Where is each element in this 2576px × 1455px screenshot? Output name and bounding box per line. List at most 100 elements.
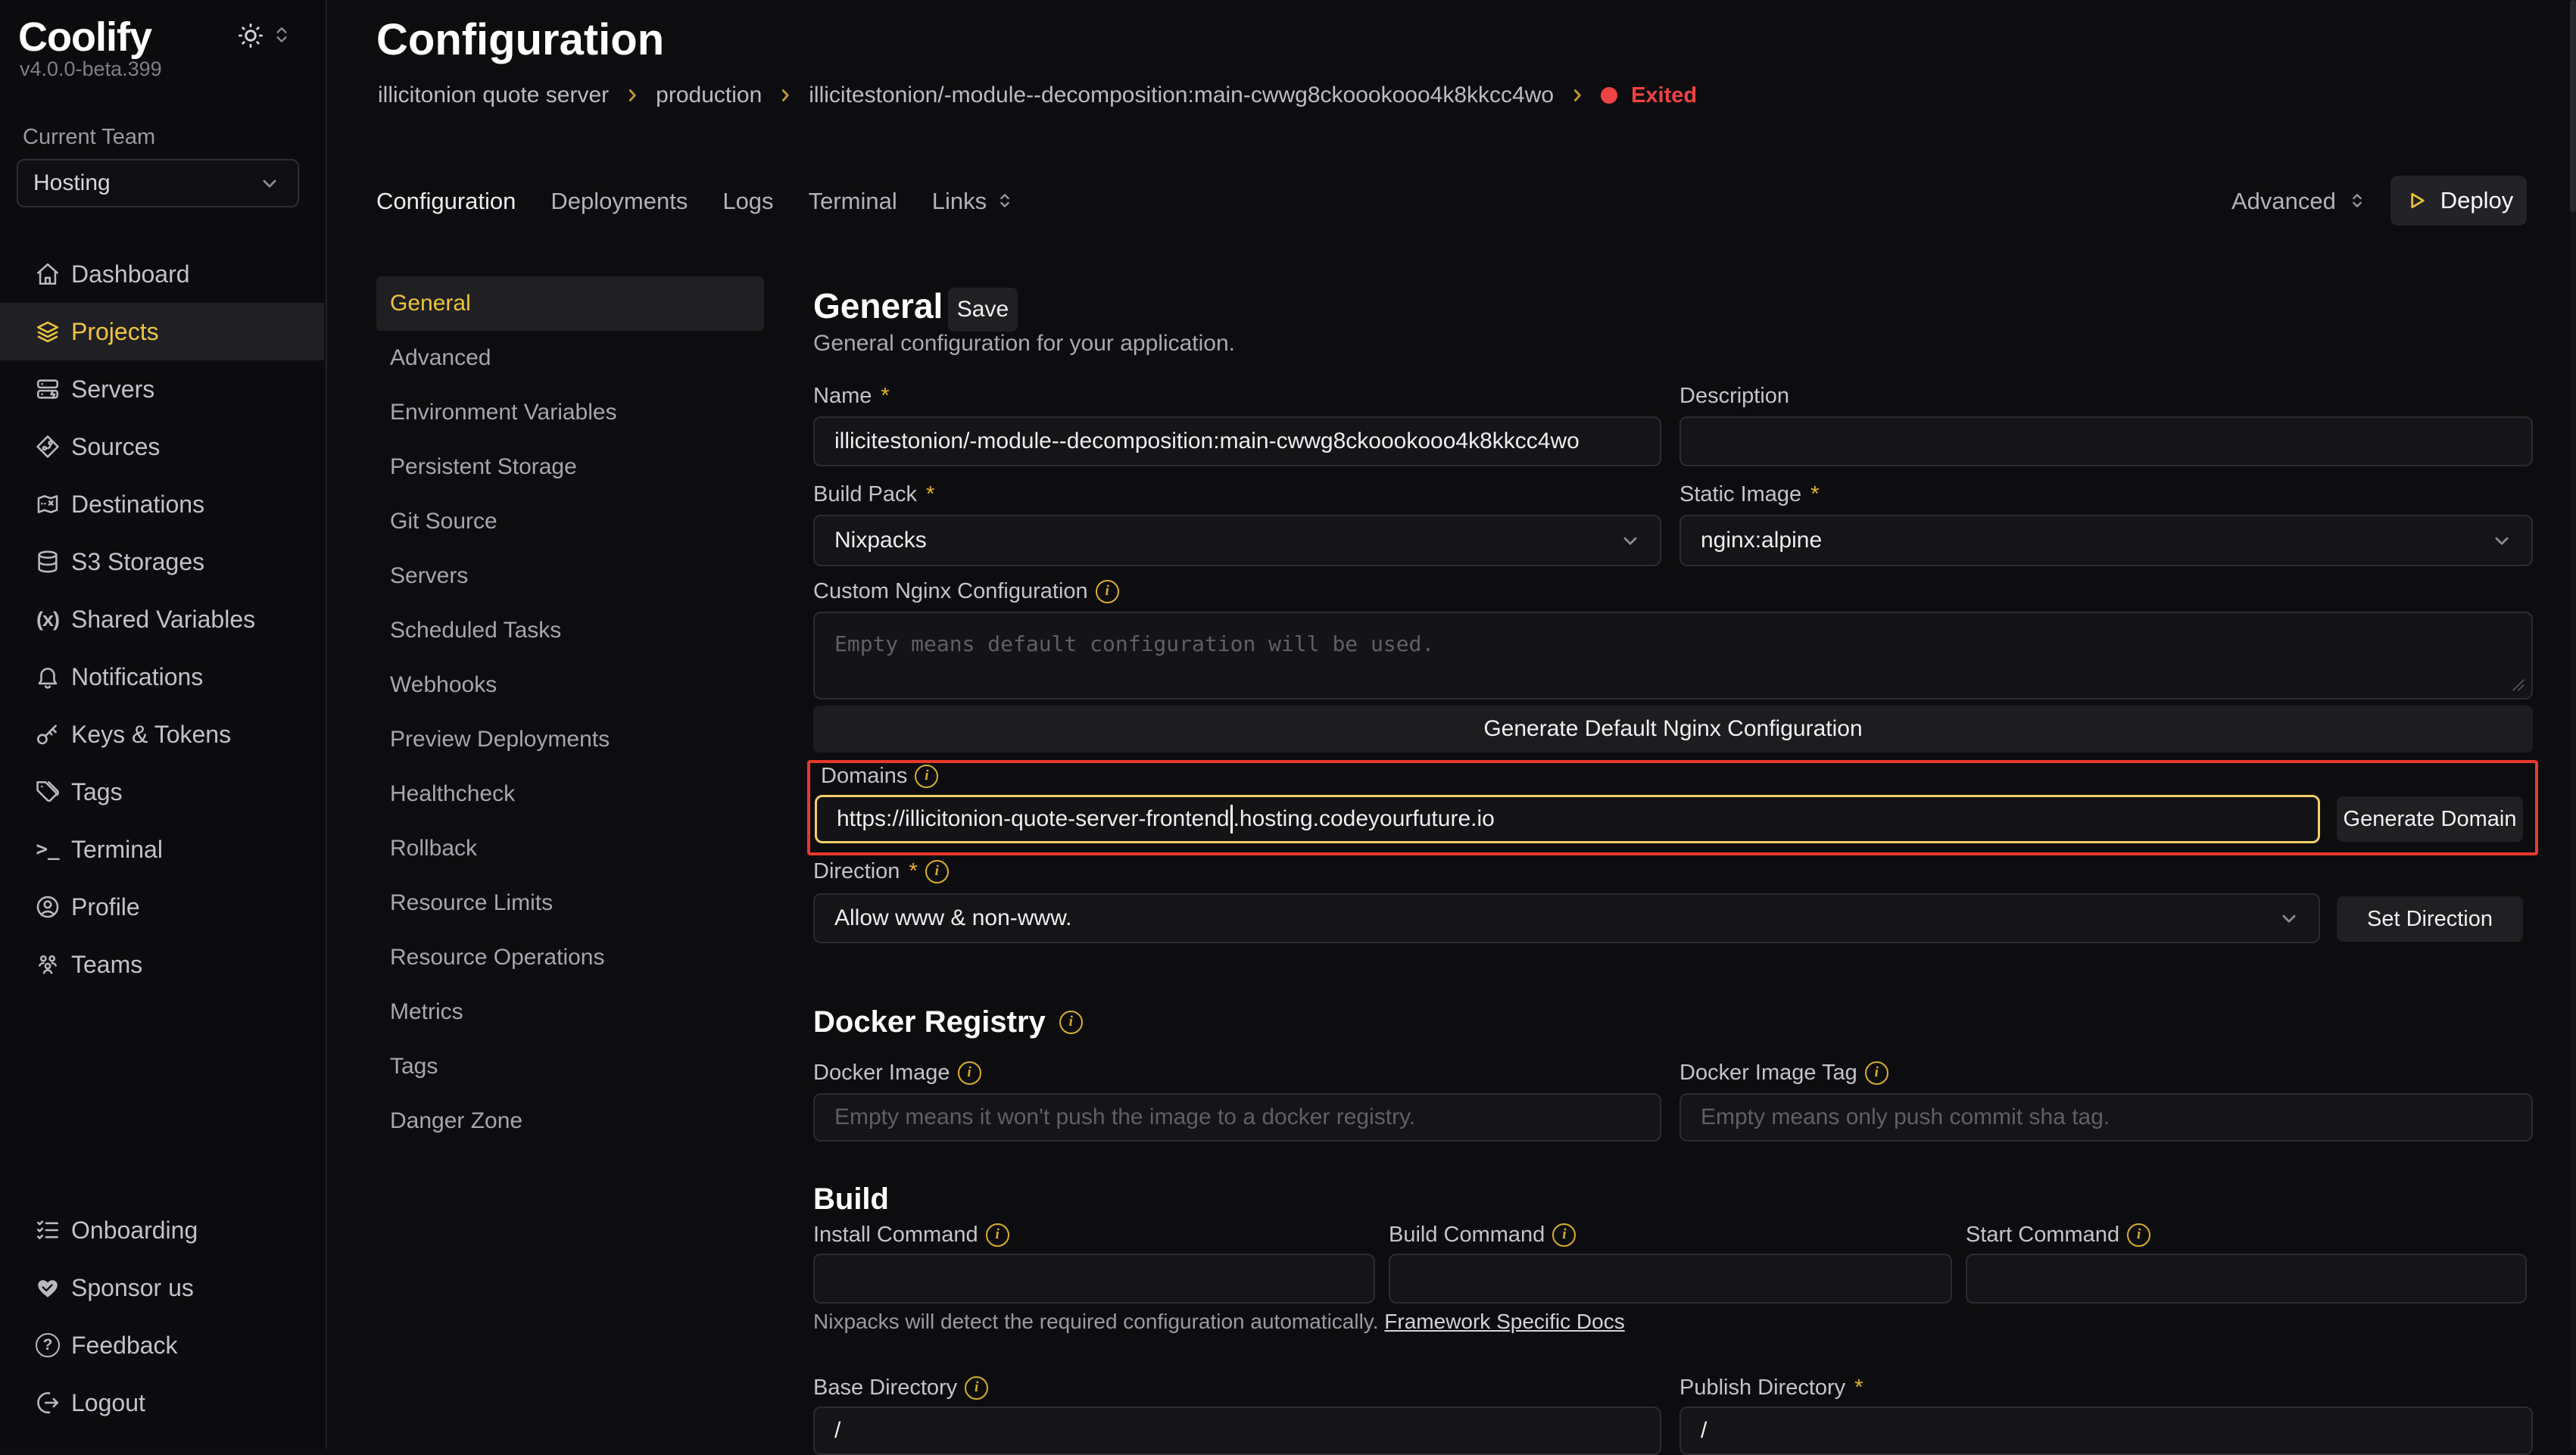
subnav-tags[interactable]: Tags — [376, 1039, 764, 1094]
sidebar-item-tags[interactable]: Tags — [0, 763, 324, 821]
chevron-down-icon — [2489, 528, 2515, 553]
nginx-config-textarea[interactable]: Empty means default configuration will b… — [813, 612, 2533, 699]
sidebar-item-sponsor-us[interactable]: Sponsor us — [0, 1259, 324, 1316]
sidebar-item-teams[interactable]: Teams — [0, 936, 324, 993]
subnav-general[interactable]: General — [376, 276, 764, 331]
subnav-metrics[interactable]: Metrics — [376, 985, 764, 1039]
theme-select-chevrons-icon[interactable] — [270, 23, 294, 48]
tab-links[interactable]: Links — [932, 188, 1015, 215]
subnav-persistent-storage[interactable]: Persistent Storage — [376, 440, 764, 494]
tab-terminal[interactable]: Terminal — [809, 188, 897, 215]
subnav-resource-operations[interactable]: Resource Operations — [376, 930, 764, 985]
info-icon[interactable]: i — [925, 860, 949, 883]
save-button[interactable]: Save — [948, 288, 1018, 332]
info-icon[interactable]: i — [2127, 1223, 2150, 1247]
sidebar-item-onboarding[interactable]: Onboarding — [0, 1201, 324, 1259]
chevron-right-icon — [1567, 86, 1587, 105]
docker-image-input[interactable]: Empty means it won't push the image to a… — [813, 1093, 1661, 1142]
tag-icon — [35, 779, 61, 805]
start-command-input[interactable] — [1966, 1254, 2527, 1304]
info-icon[interactable]: i — [1096, 580, 1119, 603]
install-command-input[interactable] — [813, 1254, 1375, 1304]
layers-icon — [35, 319, 61, 344]
start-command-label: Start Command i — [1966, 1222, 2150, 1248]
sidebar-item-label: Shared Variables — [71, 606, 255, 634]
theme-toggle-sun-icon[interactable] — [236, 21, 265, 50]
sidebar-item-label: Servers — [71, 375, 154, 403]
breadcrumb-application[interactable]: illicitestonion/-module--decomposition:m… — [809, 82, 1554, 109]
breadcrumb-environment[interactable]: production — [656, 82, 762, 109]
sidebar-item-keys-tokens[interactable]: Keys & Tokens — [0, 706, 324, 763]
text-caret — [1230, 805, 1233, 833]
name-input[interactable]: illicitestonion/-module--decomposition:m… — [813, 416, 1661, 466]
team-select[interactable]: Hosting — [17, 159, 299, 207]
info-icon[interactable]: i — [915, 765, 938, 788]
direction-select[interactable]: Allow www & non-www. — [813, 893, 2320, 943]
info-icon[interactable]: i — [965, 1376, 988, 1400]
server-icon — [35, 376, 61, 402]
scrollbar-thumb[interactable] — [2570, 0, 2576, 212]
build-command-input[interactable] — [1389, 1254, 1952, 1304]
subnav-danger-zone[interactable]: Danger Zone — [376, 1094, 764, 1148]
info-icon[interactable]: i — [1059, 1011, 1083, 1034]
app-logo[interactable]: Coolify — [18, 14, 151, 61]
docker-image-tag-input[interactable]: Empty means only push commit sha tag. — [1679, 1093, 2533, 1142]
subnav-healthcheck[interactable]: Healthcheck — [376, 767, 764, 821]
tab-configuration[interactable]: Configuration — [376, 188, 516, 215]
domains-label: Domains i — [821, 763, 938, 789]
sidebar-item-notifications[interactable]: Notifications — [0, 648, 324, 706]
git-source-icon — [35, 434, 61, 460]
generate-nginx-config-button[interactable]: Generate Default Nginx Configuration — [813, 706, 2533, 752]
sidebar-item-dashboard[interactable]: Dashboard — [0, 245, 324, 303]
subnav-environment-variables[interactable]: Environment Variables — [376, 385, 764, 440]
set-direction-button[interactable]: Set Direction — [2337, 896, 2523, 942]
chevron-down-icon — [2276, 905, 2302, 931]
resize-handle-icon[interactable] — [2512, 678, 2525, 692]
base-directory-input[interactable]: / — [813, 1407, 1661, 1455]
publish-directory-input[interactable]: / — [1679, 1407, 2533, 1455]
advanced-dropdown[interactable]: Advanced — [2231, 179, 2368, 224]
base-directory-label: Base Directory i — [813, 1375, 988, 1400]
subnav-resource-limits[interactable]: Resource Limits — [376, 876, 764, 930]
sidebar-item-logout[interactable]: Logout — [0, 1374, 324, 1432]
sidebar-item-profile[interactable]: Profile — [0, 878, 324, 936]
page-scrollbar[interactable] — [2570, 0, 2576, 1449]
subnav-webhooks[interactable]: Webhooks — [376, 658, 764, 712]
info-icon[interactable]: i — [1552, 1223, 1576, 1247]
info-icon[interactable]: i — [958, 1061, 981, 1085]
sidebar-item-feedback[interactable]: ? Feedback — [0, 1316, 324, 1374]
sidebar-item-servers[interactable]: Servers — [0, 360, 324, 418]
subnav-preview-deployments[interactable]: Preview Deployments — [376, 712, 764, 767]
required-marker: * — [881, 383, 889, 409]
sidebar-item-sources[interactable]: Sources — [0, 418, 324, 475]
database-icon — [35, 549, 61, 575]
sidebar-item-projects[interactable]: Projects — [0, 303, 324, 360]
info-icon[interactable]: i — [1865, 1061, 1888, 1085]
subnav-git-source[interactable]: Git Source — [376, 494, 764, 549]
key-icon — [35, 721, 61, 747]
breadcrumb-project[interactable]: illicitonion quote server — [378, 82, 609, 109]
subnav-servers[interactable]: Servers — [376, 549, 764, 603]
sidebar-item-destinations[interactable]: Destinations — [0, 475, 324, 533]
description-input[interactable] — [1679, 416, 2533, 466]
sidebar-item-label: Projects — [71, 318, 159, 346]
sidebar-item-s3-storages[interactable]: S3 Storages — [0, 533, 324, 590]
tab-deployments[interactable]: Deployments — [550, 188, 688, 215]
build-pack-select[interactable]: Nixpacks — [813, 515, 1661, 566]
sidebar-item-terminal[interactable]: >_ Terminal — [0, 821, 324, 878]
tab-logs[interactable]: Logs — [722, 188, 773, 215]
breadcrumb: illicitonion quote server production ill… — [378, 82, 1697, 109]
subnav-scheduled-tasks[interactable]: Scheduled Tasks — [376, 603, 764, 658]
chevron-right-icon — [622, 86, 642, 105]
subnav-rollback[interactable]: Rollback — [376, 821, 764, 876]
sidebar-item-shared-variables[interactable]: (x) Shared Variables — [0, 590, 324, 648]
framework-docs-link[interactable]: Framework Specific Docs — [1384, 1310, 1624, 1333]
info-icon[interactable]: i — [986, 1223, 1009, 1247]
subnav-advanced[interactable]: Advanced — [376, 331, 764, 385]
generate-domain-button[interactable]: Generate Domain — [2337, 796, 2523, 842]
domains-input[interactable]: https://illicitonion-quote-server-fronte… — [815, 795, 2320, 843]
users-icon — [35, 952, 61, 977]
tab-bar: Configuration Deployments Logs Terminal … — [376, 179, 1015, 224]
deploy-button[interactable]: Deploy — [2390, 176, 2527, 226]
static-image-select[interactable]: nginx:alpine — [1679, 515, 2533, 566]
